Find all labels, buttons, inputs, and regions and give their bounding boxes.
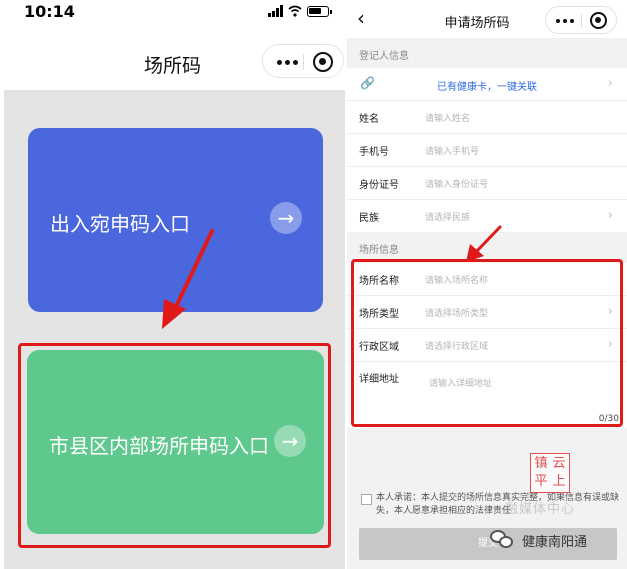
id-number-field[interactable]: 身份证号 请输入身份证号: [347, 167, 627, 200]
link-icon: 🔗: [360, 76, 375, 90]
system-icons: [268, 4, 332, 18]
wechat-icon: [490, 530, 516, 550]
agreement-checkbox[interactable]: [361, 494, 372, 505]
watermark-text: 融媒体中心: [505, 502, 576, 517]
signal-icon: [268, 5, 283, 17]
status-bar: 10:14: [0, 0, 345, 24]
wifi-icon: [288, 5, 302, 17]
arrow-right-icon[interactable]: →: [270, 202, 302, 234]
phone-field[interactable]: 手机号 请输入手机号: [347, 134, 627, 167]
link-health-card-row[interactable]: 🔗 已有健康卡，一键关联 ›: [347, 68, 627, 101]
agreement-text: 本人承诺：本人提交的场所信息真实完整，如果信息有误或缺失，本人愿意承担相应的法律…: [376, 493, 620, 516]
field-placeholder[interactable]: 请输入手机号: [425, 144, 479, 157]
highlight-box-left: [18, 343, 331, 548]
status-time: 10:14: [24, 2, 75, 21]
chevron-right-icon: ›: [607, 208, 613, 223]
wechat-account-watermark: 健康南阳通: [490, 530, 587, 550]
name-field[interactable]: 姓名 请输入姓名: [347, 101, 627, 134]
more-icon[interactable]: [556, 19, 574, 23]
ethnicity-select[interactable]: 民族 请选择民族 ›: [347, 200, 627, 233]
highlight-box-right: [351, 259, 623, 427]
field-label: 姓名: [359, 114, 379, 125]
watermark-stamp: 镇云 平上: [530, 453, 570, 493]
miniapp-capsule: [262, 44, 344, 78]
miniapp-capsule: [545, 6, 617, 34]
field-label: 身份证号: [359, 180, 399, 191]
battery-icon: [307, 5, 332, 17]
entry-card-label: 出入宛申码入口: [50, 212, 190, 236]
field-label: 手机号: [359, 147, 389, 158]
nav-bar: ‹ 申请场所码: [347, 0, 627, 38]
close-miniapp-icon[interactable]: [590, 12, 607, 29]
section-title-venue: 场所信息: [359, 245, 399, 256]
chevron-right-icon: ›: [607, 76, 613, 91]
link-health-card-text: 已有健康卡，一键关联: [437, 82, 537, 93]
field-placeholder[interactable]: 请输入姓名: [425, 111, 470, 124]
field-placeholder[interactable]: 请输入身份证号: [425, 177, 488, 190]
section-title-registrant: 登记人信息: [359, 51, 409, 62]
entry-card-border-code[interactable]: 出入宛申码入口 →: [28, 128, 323, 312]
account-name: 健康南阳通: [522, 534, 588, 550]
close-miniapp-icon[interactable]: [313, 52, 333, 72]
more-icon[interactable]: [277, 60, 298, 65]
field-label: 民族: [359, 213, 379, 224]
field-placeholder: 请选择民族: [425, 213, 471, 223]
